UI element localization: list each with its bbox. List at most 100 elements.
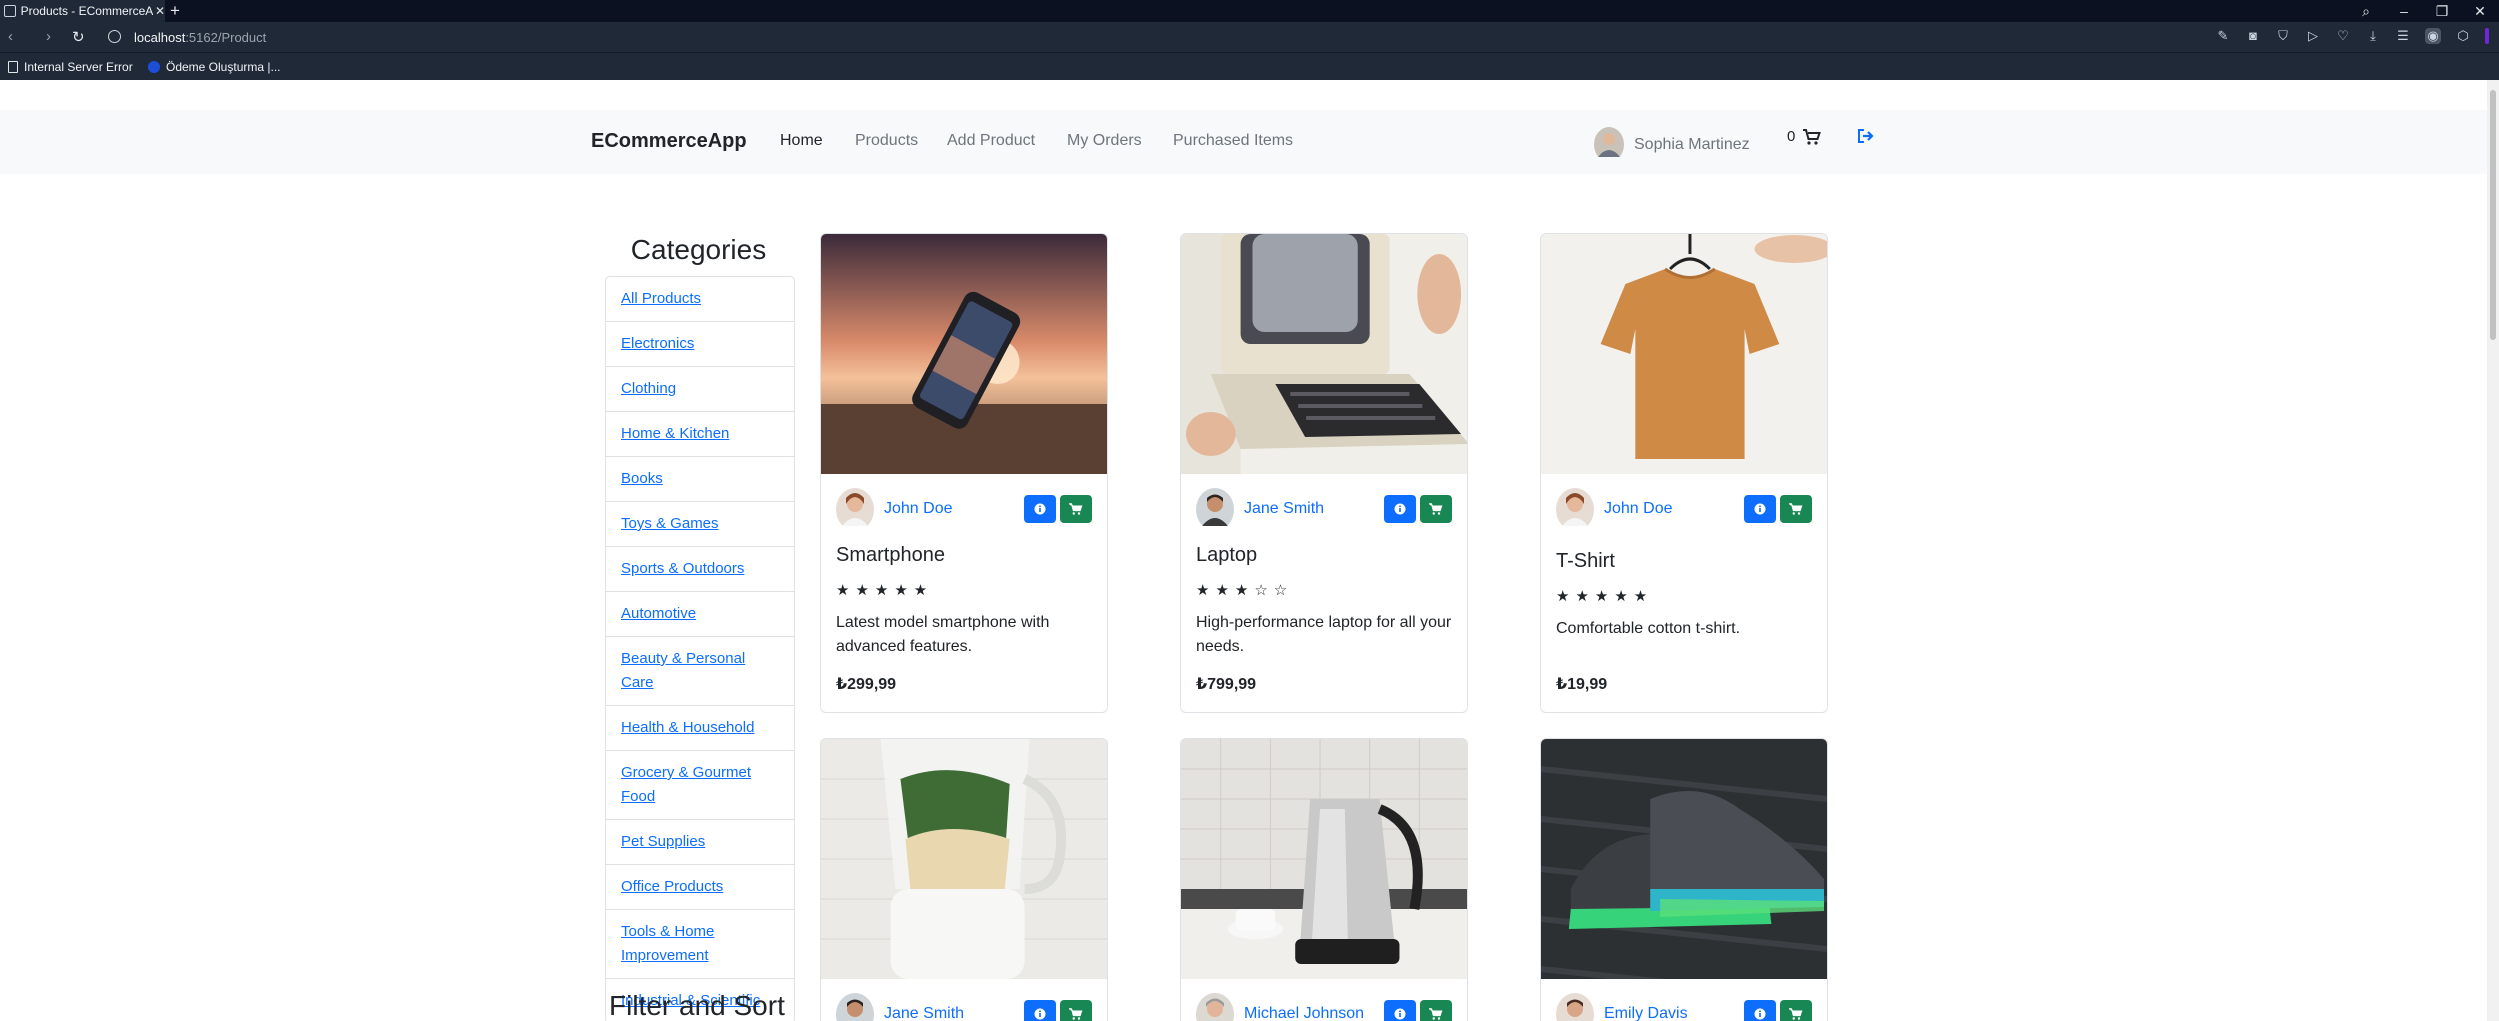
avatar	[1196, 487, 1234, 531]
add-to-cart-button[interactable]	[1060, 495, 1092, 523]
close-tab-icon[interactable]: ✕	[155, 4, 165, 18]
product-image[interactable]	[1181, 234, 1467, 474]
nav-link-home[interactable]: Home	[780, 132, 823, 150]
nav-link-my-orders[interactable]: My Orders	[1067, 132, 1142, 150]
profile-icon[interactable]: ◉	[2425, 28, 2441, 44]
logout-icon[interactable]	[1857, 128, 1875, 149]
category-link[interactable]: Beauty & Personal Care	[621, 650, 745, 691]
site-icon	[148, 61, 160, 73]
info-button[interactable]	[1384, 1000, 1416, 1021]
info-button[interactable]	[1744, 495, 1776, 523]
category-link[interactable]: Health & Household	[621, 719, 754, 736]
url-host: localhost	[134, 30, 186, 45]
product-title: Laptop	[1196, 544, 1258, 566]
add-to-cart-button[interactable]	[1780, 495, 1812, 523]
seller-link[interactable]: Michael Johnson	[1244, 1005, 1364, 1021]
seller-link[interactable]: Jane Smith	[884, 1005, 964, 1021]
category-item: All Products	[606, 277, 794, 322]
forward-icon[interactable]: ›	[46, 28, 51, 45]
category-link[interactable]: Office Products	[621, 878, 723, 895]
new-tab-icon[interactable]: +	[170, 1, 180, 21]
product-card: John Doe Smartphone ★★★★★ Latest model s…	[820, 233, 1108, 713]
product-image[interactable]	[1181, 739, 1467, 979]
category-link[interactable]: Toys & Games	[621, 515, 719, 532]
seller-row: Jane Smith	[836, 979, 1092, 1021]
bookmark-item[interactable]: Internal Server Error	[8, 60, 133, 74]
seller-link[interactable]: John Doe	[884, 500, 953, 518]
add-to-cart-button[interactable]	[1420, 495, 1452, 523]
heart-icon[interactable]: ♡	[2335, 28, 2351, 44]
info-button[interactable]	[1384, 495, 1416, 523]
add-to-cart-button[interactable]	[1060, 1000, 1092, 1021]
scroll-thumb[interactable]	[2490, 90, 2496, 340]
brand-logo[interactable]: ECommerceApp	[591, 130, 747, 153]
minimize-icon[interactable]: –	[2385, 3, 2423, 19]
category-item: Home & Kitchen	[606, 412, 794, 457]
category-link[interactable]: Automotive	[621, 605, 696, 622]
avatar	[1196, 992, 1234, 1021]
seller-row: Emily Davis	[1556, 979, 1812, 1021]
product-title: Smartphone	[836, 544, 945, 566]
rating-stars: ★★★★★	[1556, 588, 1654, 605]
extensions-icon[interactable]: ⬡	[2455, 28, 2471, 44]
product-image[interactable]	[821, 739, 1107, 979]
product-title: T-Shirt	[1556, 550, 1615, 572]
category-link[interactable]: Books	[621, 470, 663, 487]
download-icon[interactable]: ⤓	[2365, 28, 2381, 44]
nav-link-products[interactable]: Products	[855, 132, 918, 150]
info-button[interactable]	[1024, 1000, 1056, 1021]
menu-icon[interactable]: ☰	[2395, 28, 2411, 44]
cart-icon	[1069, 1008, 1083, 1020]
nav-link-add-product[interactable]: Add Product	[947, 132, 1035, 150]
category-link[interactable]: Tools & Home Improvement	[621, 923, 714, 964]
cart-link[interactable]: 0	[1787, 128, 1822, 145]
add-to-cart-button[interactable]	[1780, 1000, 1812, 1021]
category-link[interactable]: Clothing	[621, 380, 676, 397]
product-image[interactable]	[821, 234, 1107, 474]
product-description: Comfortable cotton t-shirt.	[1556, 620, 1741, 637]
bookmark-label: Ödeme Oluşturma |...	[166, 60, 281, 74]
avatar	[1556, 992, 1594, 1021]
cart-icon	[1429, 1008, 1443, 1020]
camera-icon[interactable]: ◙	[2245, 28, 2261, 44]
back-icon[interactable]: ‹	[8, 28, 13, 45]
shield-icon[interactable]: ⛉	[2275, 28, 2291, 44]
product-price: ₺799,99	[1196, 676, 1257, 693]
info-button[interactable]	[1024, 495, 1056, 523]
nav-link-purchased-items[interactable]: Purchased Items	[1173, 132, 1293, 150]
edit-icon[interactable]: ✎	[2215, 28, 2231, 44]
seller-row: John Doe	[1556, 474, 1812, 544]
play-icon[interactable]: ▷	[2305, 28, 2321, 44]
product-card: Emily Davis	[1540, 738, 1828, 1021]
site-info-icon[interactable]	[108, 30, 121, 43]
info-icon	[1394, 503, 1406, 515]
category-link[interactable]: Electronics	[621, 335, 694, 352]
category-link[interactable]: Sports & Outdoors	[621, 560, 744, 577]
seller-link[interactable]: Jane Smith	[1244, 500, 1324, 518]
page-icon	[8, 61, 18, 73]
product-image[interactable]	[1541, 739, 1827, 979]
bookmark-item[interactable]: Ödeme Oluşturma |...	[148, 60, 281, 74]
user-menu[interactable]: Sophia Martinez	[1594, 127, 1750, 162]
user-name: Sophia Martinez	[1634, 135, 1750, 153]
category-link[interactable]: All Products	[621, 290, 701, 307]
seller-link[interactable]: Emily Davis	[1604, 1005, 1688, 1021]
address-bar[interactable]: localhost:5162/Product	[134, 30, 266, 45]
cart-count: 0	[1787, 128, 1796, 145]
info-button[interactable]	[1744, 1000, 1776, 1021]
product-price: ₺299,99	[836, 676, 897, 693]
page-scrollbar[interactable]	[2487, 80, 2499, 1021]
close-window-icon[interactable]: ✕	[2461, 3, 2499, 20]
category-link[interactable]: Grocery & Gourmet Food	[621, 764, 751, 805]
category-link[interactable]: Pet Supplies	[621, 833, 705, 850]
tab-title: Products - ECommerceAp	[20, 4, 153, 18]
reload-icon[interactable]: ↻	[72, 28, 85, 46]
seller-link[interactable]: John Doe	[1604, 500, 1673, 518]
browser-tab[interactable]: Products - ECommerceAp ✕	[0, 0, 165, 22]
add-to-cart-button[interactable]	[1420, 1000, 1452, 1021]
bookmark-label: Internal Server Error	[24, 60, 133, 74]
restore-icon[interactable]: ❐	[2423, 3, 2461, 20]
product-image[interactable]	[1541, 234, 1827, 474]
search-icon[interactable]: ⌕	[2347, 3, 2385, 20]
category-link[interactable]: Home & Kitchen	[621, 425, 729, 442]
